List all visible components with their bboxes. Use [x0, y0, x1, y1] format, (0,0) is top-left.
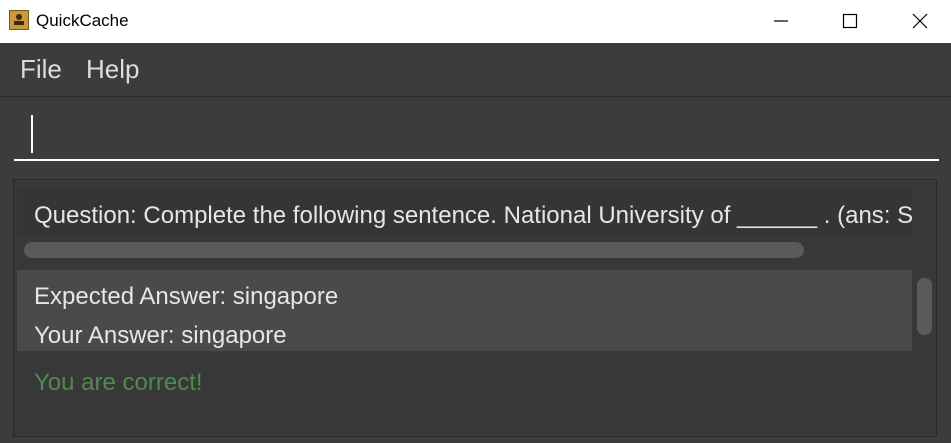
menu-help[interactable]: Help	[86, 54, 139, 84]
command-input[interactable]	[14, 103, 939, 161]
maximize-icon	[842, 13, 858, 29]
feedback-message: You are correct!	[34, 369, 203, 396]
minimize-button[interactable]	[758, 0, 804, 43]
your-answer: Your Answer: singapore	[34, 322, 287, 349]
app-logo-icon	[9, 10, 29, 30]
expected-answer: Expected Answer: singapore	[34, 283, 339, 310]
close-icon	[912, 13, 928, 29]
text-caret	[31, 115, 33, 153]
title-bar: QuickCache	[0, 0, 951, 43]
vertical-scrollbar[interactable]	[917, 278, 932, 335]
window-title: QuickCache	[36, 11, 129, 30]
menu-file[interactable]: File	[20, 54, 62, 84]
minimize-icon	[774, 20, 788, 22]
menu-bar: File Help	[0, 43, 951, 97]
close-button[interactable]	[897, 0, 943, 43]
command-box	[0, 97, 951, 175]
app-window: QuickCache File Help Question: Complete …	[0, 0, 951, 443]
result-panel: Question: Complete the following sentenc…	[13, 179, 937, 437]
horizontal-scrollbar[interactable]	[24, 242, 804, 258]
question-text: Question: Complete the following sentenc…	[34, 202, 912, 229]
answer-box: Expected Answer: singapore Your Answer: …	[17, 270, 912, 351]
maximize-button[interactable]	[827, 0, 873, 43]
question-box: Question: Complete the following sentenc…	[17, 189, 912, 237]
